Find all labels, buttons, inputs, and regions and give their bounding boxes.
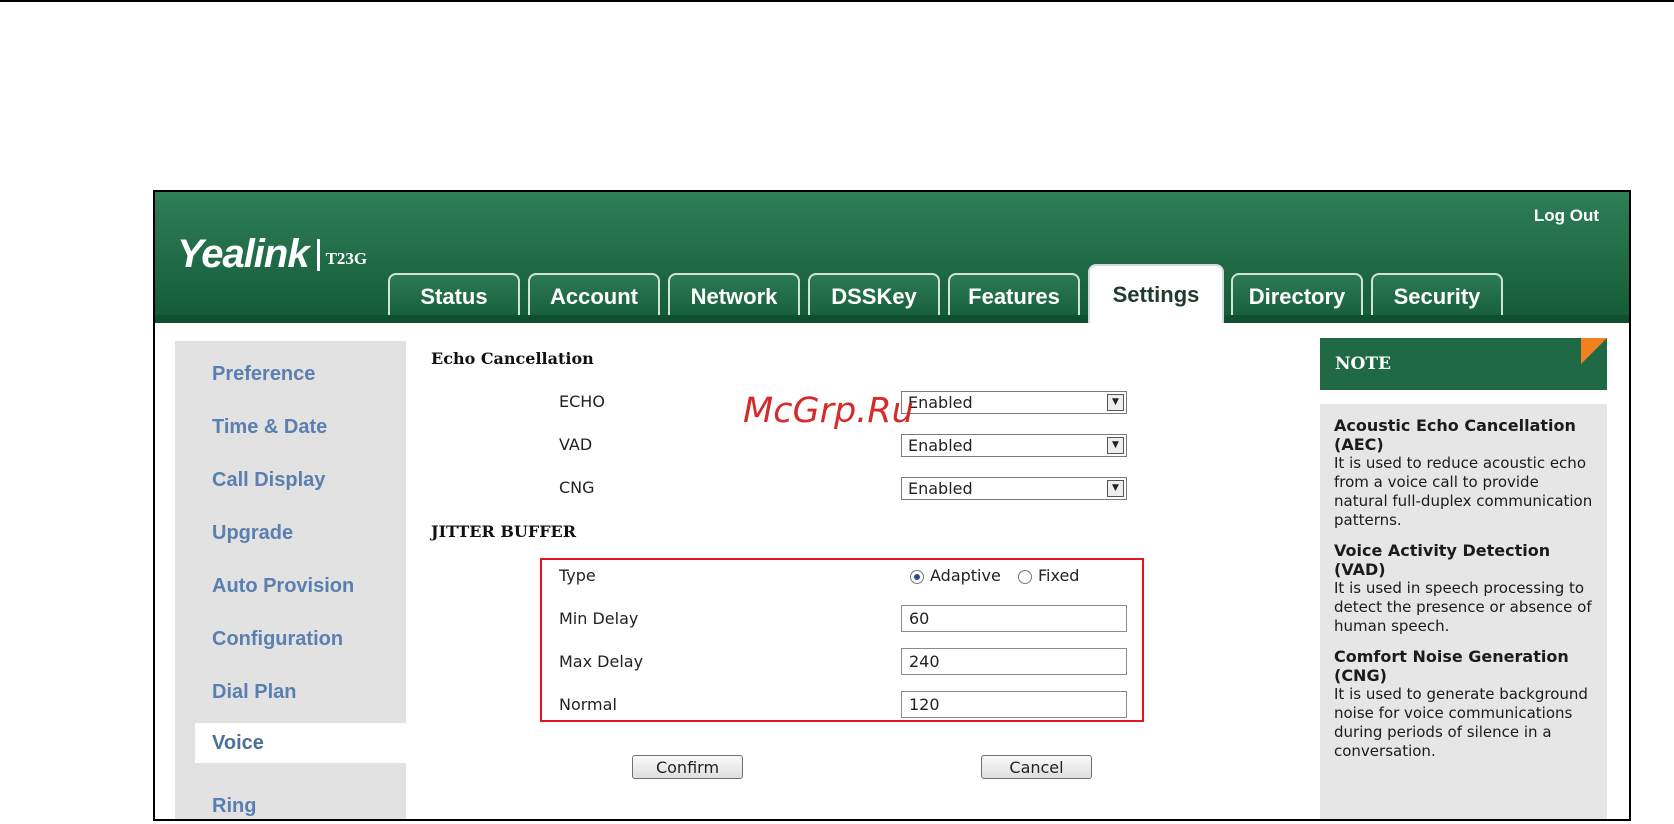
note-title: NOTE [1335, 354, 1391, 374]
note-entry-text: It is used to reduce acoustic echo from … [1334, 454, 1593, 529]
header-bar: Yealink T23G Log Out Status Account Netw… [155, 192, 1629, 323]
tab-status[interactable]: Status [388, 273, 520, 319]
jitter-buffer-title: JITTER BUFFER [431, 522, 577, 541]
chevron-down-icon: ▼ [1107, 394, 1124, 411]
sidebar-item-configuration[interactable]: Configuration [175, 619, 406, 659]
note-entry-text: It is used in speech processing to detec… [1334, 579, 1592, 635]
note-entry-text: It is used to generate background noise … [1334, 685, 1588, 760]
max-delay-label: Max Delay [559, 652, 644, 671]
max-delay-input[interactable]: 240 [901, 648, 1127, 675]
vad-label: VAD [559, 435, 593, 454]
echo-cancellation-title: Echo Cancellation [431, 349, 594, 368]
note-entry-heading: Comfort Noise Generation (CNG) [1334, 647, 1569, 685]
chevron-down-icon: ▼ [1107, 437, 1124, 454]
sidebar-item-time-date[interactable]: Time & Date [175, 407, 406, 447]
note-entry: Comfort Noise Generation (CNG) It is use… [1334, 647, 1593, 761]
vad-select-value: Enabled [908, 436, 973, 455]
radio-adaptive-label: Adaptive [930, 566, 1001, 585]
sidebar-item-auto-provision[interactable]: Auto Provision [175, 566, 406, 606]
type-label: Type [559, 566, 596, 585]
tab-network[interactable]: Network [668, 273, 800, 319]
radio-fixed-label: Fixed [1038, 566, 1080, 585]
echo-label: ECHO [559, 392, 605, 411]
browser-frame: Yealink T23G Log Out Status Account Netw… [153, 190, 1631, 821]
chevron-down-icon: ▼ [1107, 480, 1124, 497]
sidebar-item-ring[interactable]: Ring [175, 786, 406, 819]
sidebar-item-preference[interactable]: Preference [175, 354, 406, 394]
echo-select-value: Enabled [908, 393, 973, 412]
cancel-button[interactable]: Cancel [981, 755, 1092, 779]
note-entry: Acoustic Echo Cancellation (AEC) It is u… [1334, 416, 1593, 530]
note-corner-flag [1581, 338, 1607, 364]
logo-divider [316, 238, 320, 271]
top-border-line [0, 0, 1674, 2]
sidebar-item-voice[interactable]: Voice [195, 723, 412, 763]
min-delay-input[interactable]: 60 [901, 605, 1127, 632]
echo-select[interactable]: Enabled ▼ [901, 391, 1127, 414]
sidebar-item-upgrade[interactable]: Upgrade [175, 513, 406, 553]
cng-select[interactable]: Enabled ▼ [901, 477, 1127, 500]
sidebar-item-dial-plan[interactable]: Dial Plan [175, 672, 406, 712]
note-entry-heading: Acoustic Echo Cancellation (AEC) [1334, 416, 1576, 454]
cng-select-value: Enabled [908, 479, 973, 498]
tab-settings[interactable]: Settings [1088, 264, 1224, 323]
model-name: T23G [325, 248, 368, 268]
watermark-text: McGrp.Ru [743, 391, 914, 431]
normal-input[interactable]: 120 [901, 691, 1127, 718]
min-delay-label: Min Delay [559, 609, 639, 628]
normal-label: Normal [559, 695, 617, 714]
brand-name: Yealink [177, 232, 310, 276]
sidebar-item-call-display[interactable]: Call Display [175, 460, 406, 500]
logout-link[interactable]: Log Out [1534, 206, 1599, 226]
radio-adaptive[interactable] [910, 570, 924, 584]
note-entry: Voice Activity Detection (VAD) It is use… [1334, 541, 1593, 636]
yealink-logo: Yealink T23G [177, 232, 367, 277]
tab-security[interactable]: Security [1371, 273, 1503, 319]
cng-label: CNG [559, 478, 595, 497]
note-entry-heading: Voice Activity Detection (VAD) [1334, 541, 1551, 579]
note-panel: Acoustic Echo Cancellation (AEC) It is u… [1320, 404, 1607, 819]
tab-account[interactable]: Account [528, 273, 660, 319]
confirm-button[interactable]: Confirm [632, 755, 743, 779]
radio-fixed[interactable] [1018, 570, 1032, 584]
tab-dsskey[interactable]: DSSKey [808, 273, 940, 319]
vad-select[interactable]: Enabled ▼ [901, 434, 1127, 457]
note-header: NOTE [1320, 338, 1607, 390]
tab-directory[interactable]: Directory [1231, 273, 1363, 319]
tab-features[interactable]: Features [948, 273, 1080, 319]
